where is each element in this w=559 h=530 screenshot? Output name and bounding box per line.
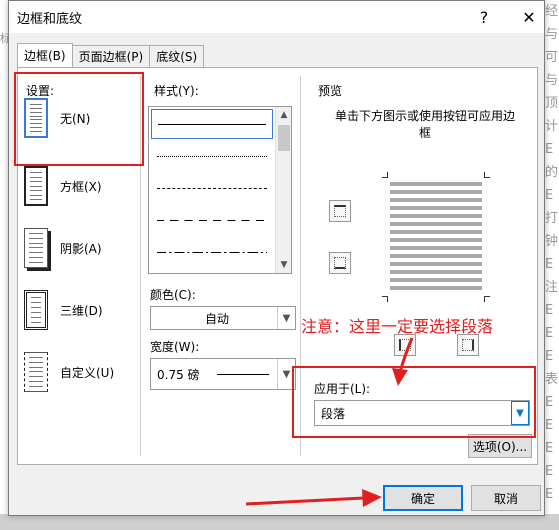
annotation-arrow-right: [245, 496, 365, 506]
screenshot: 经与可与顶计E的E打钟E注EEE表EEEEE 标 边框和底纹 ? ✕ 边框(B)…: [0, 0, 559, 530]
arrow-head-icon: [362, 489, 382, 507]
annotation-arrow-down: [398, 337, 414, 373]
annotation-arrows: [245, 337, 414, 507]
tab-borders[interactable]: 边框(B): [17, 43, 73, 67]
arrow-head-icon: [392, 368, 408, 386]
